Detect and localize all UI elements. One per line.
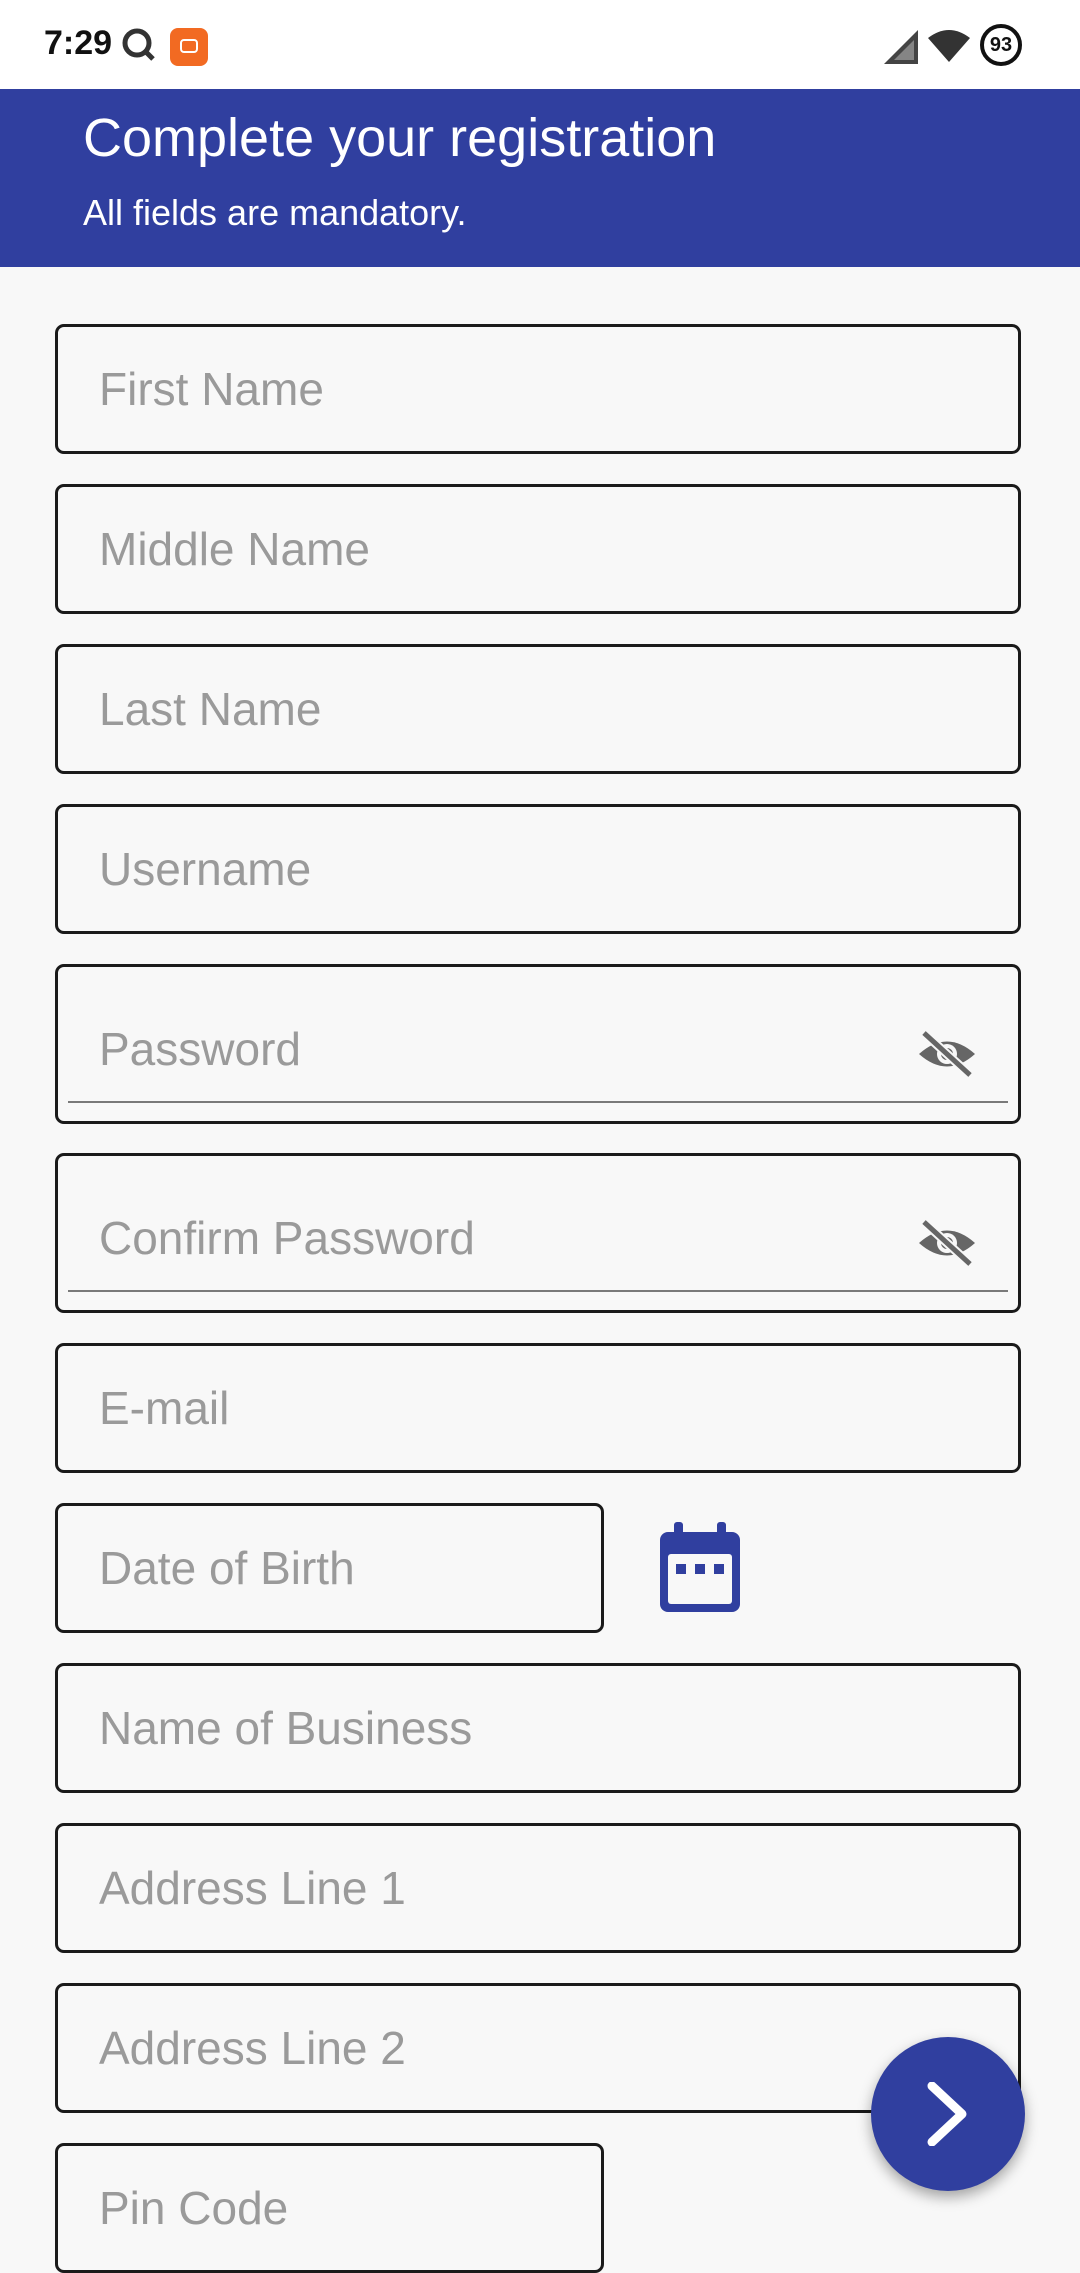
status-time: 7:29	[44, 24, 113, 62]
password-placeholder: Password	[99, 1023, 301, 1075]
password-field[interactable]: Password	[55, 964, 1021, 1124]
email-field[interactable]: E-mail	[55, 1343, 1021, 1473]
pin-code-placeholder: Pin Code	[99, 2182, 289, 2234]
business-name-placeholder: Name of Business	[99, 1702, 473, 1754]
first-name-field[interactable]: First Name	[55, 324, 1021, 454]
q-icon	[122, 28, 155, 61]
next-button[interactable]	[871, 2037, 1025, 2191]
wifi-icon	[928, 30, 970, 62]
pin-code-field[interactable]: Pin Code	[55, 2143, 604, 2273]
email-placeholder: E-mail	[99, 1382, 230, 1434]
first-name-placeholder: First Name	[99, 363, 324, 415]
status-bar: 7:29 93	[0, 0, 1080, 89]
username-placeholder: Username	[99, 843, 312, 895]
middle-name-placeholder: Middle Name	[99, 523, 370, 575]
visibility-off-icon[interactable]	[916, 1218, 978, 1268]
last-name-placeholder: Last Name	[99, 683, 322, 735]
app-bar: Complete your registration All fields ar…	[0, 89, 1080, 267]
chevron-right-icon	[927, 2082, 967, 2146]
date-of-birth-field[interactable]: Date of Birth	[55, 1503, 604, 1633]
cell-signal-icon	[884, 30, 918, 64]
address-line-1-placeholder: Address Line 1	[99, 1862, 406, 1914]
battery-icon: 93	[980, 24, 1022, 66]
confirm-password-placeholder: Confirm Password	[99, 1212, 475, 1264]
password-underline	[68, 1101, 1008, 1103]
address-line-1-field[interactable]: Address Line 1	[55, 1823, 1021, 1953]
business-name-field[interactable]: Name of Business	[55, 1663, 1021, 1793]
calendar-icon[interactable]	[658, 1522, 742, 1614]
date-of-birth-placeholder: Date of Birth	[99, 1542, 355, 1594]
middle-name-field[interactable]: Middle Name	[55, 484, 1021, 614]
username-field[interactable]: Username	[55, 804, 1021, 934]
visibility-off-icon[interactable]	[916, 1029, 978, 1079]
page-subtitle: All fields are mandatory.	[83, 192, 467, 233]
confirm-password-underline	[68, 1290, 1008, 1292]
page-title: Complete your registration	[83, 108, 717, 168]
last-name-field[interactable]: Last Name	[55, 644, 1021, 774]
address-line-2-placeholder: Address Line 2	[99, 2022, 406, 2074]
confirm-password-field[interactable]: Confirm Password	[55, 1153, 1021, 1313]
mi-app-icon	[170, 28, 208, 66]
